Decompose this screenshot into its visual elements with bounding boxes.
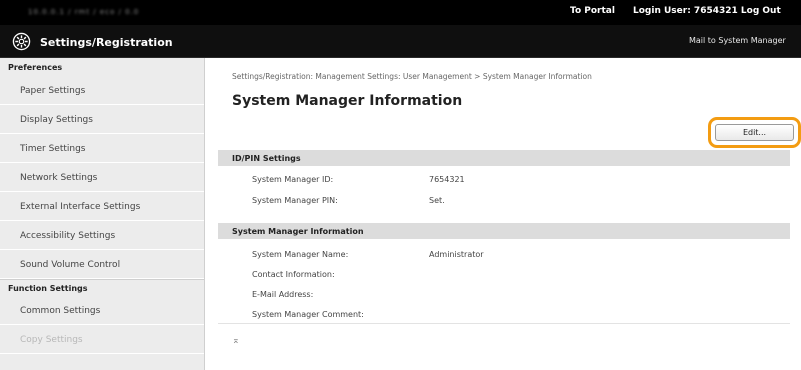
top-bar: 10.0.0.1 / rmt / eco / 0.0 To Portal Log…: [0, 0, 801, 25]
content-divider: [218, 323, 790, 324]
to-portal-link[interactable]: To Portal: [570, 6, 615, 16]
row-label-system-manager-pin: System Manager PIN:: [252, 196, 338, 205]
app-header: Settings/Registration Mail to System Man…: [0, 25, 801, 58]
row-label-email-address: E-Mail Address:: [252, 290, 314, 299]
page-title: System Manager Information: [232, 93, 463, 109]
login-user-text: Login User: 7654321 Log Out: [633, 6, 781, 16]
mail-to-system-manager-link[interactable]: Mail to System Manager: [689, 36, 786, 45]
sidebar-item-common-settings[interactable]: Common Settings: [0, 296, 204, 325]
row-label-contact-information: Contact Information:: [252, 270, 335, 279]
section-heading-id-pin-settings: ID/PIN Settings: [218, 150, 790, 166]
app-title: Settings/Registration: [40, 36, 173, 49]
row-label-system-manager-comment: System Manager Comment:: [252, 310, 364, 319]
address-text: 10.0.0.1 / rmt / eco / 0.0: [28, 8, 140, 16]
section-heading-system-manager-information: System Manager Information: [218, 223, 790, 239]
edit-button[interactable]: Edit...: [715, 124, 794, 141]
back-to-top-icon[interactable]: ⌅: [232, 336, 240, 346]
sidebar-item-network-settings[interactable]: Network Settings: [0, 163, 204, 192]
sidebar-item-external-interface-settings[interactable]: External Interface Settings: [0, 192, 204, 221]
row-label-system-manager-name: System Manager Name:: [252, 250, 349, 259]
row-value-system-manager-id: 7654321: [429, 175, 465, 184]
sidebar-item-sound-volume-control[interactable]: Sound Volume Control: [0, 250, 204, 279]
sidebar-item-copy-settings[interactable]: Copy Settings: [0, 325, 204, 354]
sidebar-item-accessibility-settings[interactable]: Accessibility Settings: [0, 221, 204, 250]
sidebar-item-timer-settings[interactable]: Timer Settings: [0, 134, 204, 163]
breadcrumb: Settings/Registration: Management Settin…: [232, 72, 592, 81]
sidebar-heading-function-settings: Function Settings: [0, 279, 204, 296]
row-value-system-manager-name: Administrator: [429, 250, 484, 259]
edit-button-highlight: Edit...: [708, 117, 801, 148]
settings-gear-icon: [12, 32, 31, 51]
sidebar-item-display-settings[interactable]: Display Settings: [0, 105, 204, 134]
sidebar-heading-preferences: Preferences: [8, 63, 63, 72]
row-value-system-manager-pin: Set.: [429, 196, 445, 205]
sidebar: Preferences Paper Settings Display Setti…: [0, 58, 205, 370]
main-content: Settings/Registration: Management Settin…: [206, 58, 801, 370]
sidebar-item-paper-settings[interactable]: Paper Settings: [0, 76, 204, 105]
row-label-system-manager-id: System Manager ID:: [252, 175, 334, 184]
